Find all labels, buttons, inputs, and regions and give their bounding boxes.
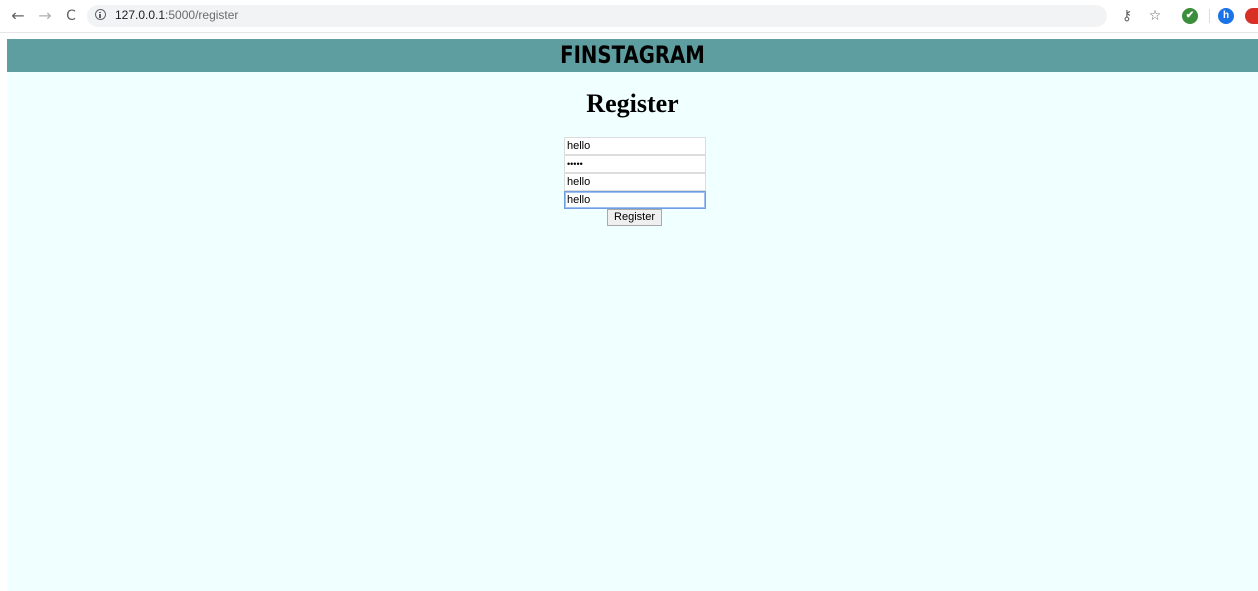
name-input[interactable] [564, 173, 706, 191]
page-viewport: FINSTAGRAM Register ••••• Register [7, 39, 1258, 591]
extension-check-icon[interactable]: ✔ [1182, 8, 1198, 24]
site-header: FINSTAGRAM [7, 39, 1258, 72]
address-bar[interactable]: 127.0.0.1:5000/register [87, 5, 1107, 27]
browser-toolbar: ← → C 127.0.0.1:5000/register ⚷ ☆ ✔ h [0, 0, 1258, 33]
page-title: Register [586, 89, 679, 118]
register-form: ••••• [564, 137, 706, 209]
info-icon[interactable] [95, 9, 106, 20]
url-host: 127.0.0.1 [115, 8, 166, 22]
password-input[interactable]: ••••• [564, 155, 706, 173]
url-path: :5000/register [165, 8, 239, 22]
key-icon[interactable]: ⚷ [1119, 7, 1135, 25]
site-title[interactable]: FINSTAGRAM [120, 39, 1146, 72]
name-input-focused[interactable] [564, 191, 706, 209]
toolbar-divider [1209, 9, 1210, 23]
back-arrow-icon[interactable]: ← [9, 7, 27, 25]
url-text[interactable]: 127.0.0.1:5000/register [115, 8, 238, 22]
extension-red-icon[interactable] [1245, 8, 1258, 24]
reload-icon[interactable]: C [62, 7, 80, 25]
register-button[interactable]: Register [607, 209, 662, 226]
profile-h-icon[interactable]: h [1218, 8, 1234, 24]
username-input[interactable] [564, 137, 706, 155]
star-icon[interactable]: ☆ [1147, 7, 1163, 25]
forward-arrow-icon[interactable]: → [36, 7, 54, 25]
